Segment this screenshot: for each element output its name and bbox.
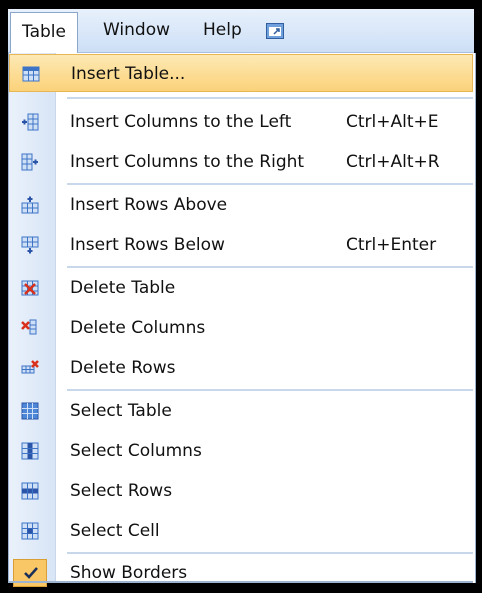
menubar-help-label: Help [203, 20, 242, 40]
menubar-window[interactable]: Window [98, 15, 175, 45]
select-columns-icon [21, 442, 39, 460]
menu-item-select-cell[interactable]: Select Cell [9, 512, 473, 550]
menu-item-label: Insert Rows Below [70, 235, 225, 255]
menu-item-label: Select Rows [70, 481, 173, 501]
menu-item-label: Delete Rows [70, 358, 176, 378]
delete-table-icon [21, 279, 39, 297]
menu-item-insert-columns-right[interactable]: Insert Columns to the Right Ctrl+Alt+R [9, 143, 473, 181]
menu-item-label: Insert Columns to the Left [70, 112, 292, 132]
menu-item-select-table[interactable]: Select Table [9, 392, 473, 430]
menu-item-label: Select Cell [70, 521, 160, 541]
select-cell-icon [21, 522, 39, 540]
menu-item-label: Select Table [70, 401, 172, 421]
menubar-table-label: Table [22, 22, 66, 42]
menu-separator [67, 266, 473, 268]
menu-item-select-columns[interactable]: Select Columns [9, 432, 473, 470]
table-menu-dropdown: Insert Table... Insert Columns to the Le… [8, 53, 476, 587]
insert-rows-below-icon [21, 236, 39, 254]
menu-item-label: Insert Rows Above [70, 195, 228, 215]
menu-item-label: Delete Columns [70, 318, 206, 338]
menu-separator [67, 183, 473, 185]
delete-columns-icon [21, 319, 39, 337]
menubar-table[interactable]: Table [10, 12, 78, 53]
menubar-window-label: Window [103, 20, 171, 40]
menu-item-shortcut: Ctrl+Alt+E [346, 112, 439, 132]
menu-item-shortcut: Ctrl+Alt+R [346, 152, 440, 172]
menubar-help[interactable]: Help [198, 15, 247, 45]
select-rows-icon [21, 482, 39, 500]
menu-item-label: Delete Table [70, 278, 176, 298]
menu-item-label: Insert Table... [71, 64, 186, 84]
insert-columns-left-icon [21, 113, 39, 131]
menu-item-select-rows[interactable]: Select Rows [9, 472, 473, 510]
menu-item-insert-rows-below[interactable]: Insert Rows Below Ctrl+Enter [9, 226, 473, 264]
select-table-icon [21, 402, 39, 420]
menu-item-label: Insert Columns to the Right [70, 152, 305, 172]
menu-separator [67, 97, 473, 99]
menu-item-show-borders[interactable]: Show Borders [9, 553, 473, 593]
menu-bar: Table Window Help [8, 9, 474, 53]
menu-item-label: Select Columns [70, 441, 202, 461]
application-frame: Table Window Help Insert Table... Insert… [8, 9, 476, 587]
insert-table-icon [22, 65, 40, 83]
menu-item-delete-rows[interactable]: Delete Rows [9, 349, 473, 387]
menu-separator [67, 389, 473, 391]
menu-item-insert-columns-left[interactable]: Insert Columns to the Left Ctrl+Alt+E [9, 103, 473, 141]
menu-item-insert-table[interactable]: Insert Table... [9, 54, 473, 92]
menu-item-insert-rows-above[interactable]: Insert Rows Above [9, 186, 473, 224]
menu-item-label: Show Borders [70, 563, 188, 583]
menu-item-delete-columns[interactable]: Delete Columns [9, 309, 473, 347]
menu-bottom-border [9, 581, 473, 583]
insert-rows-above-icon [21, 196, 39, 214]
insert-columns-right-icon [21, 153, 39, 171]
delete-rows-icon [21, 359, 39, 377]
window-restore-icon[interactable] [266, 23, 284, 39]
menu-item-delete-table[interactable]: Delete Table [9, 269, 473, 307]
menu-item-shortcut: Ctrl+Enter [346, 235, 437, 255]
